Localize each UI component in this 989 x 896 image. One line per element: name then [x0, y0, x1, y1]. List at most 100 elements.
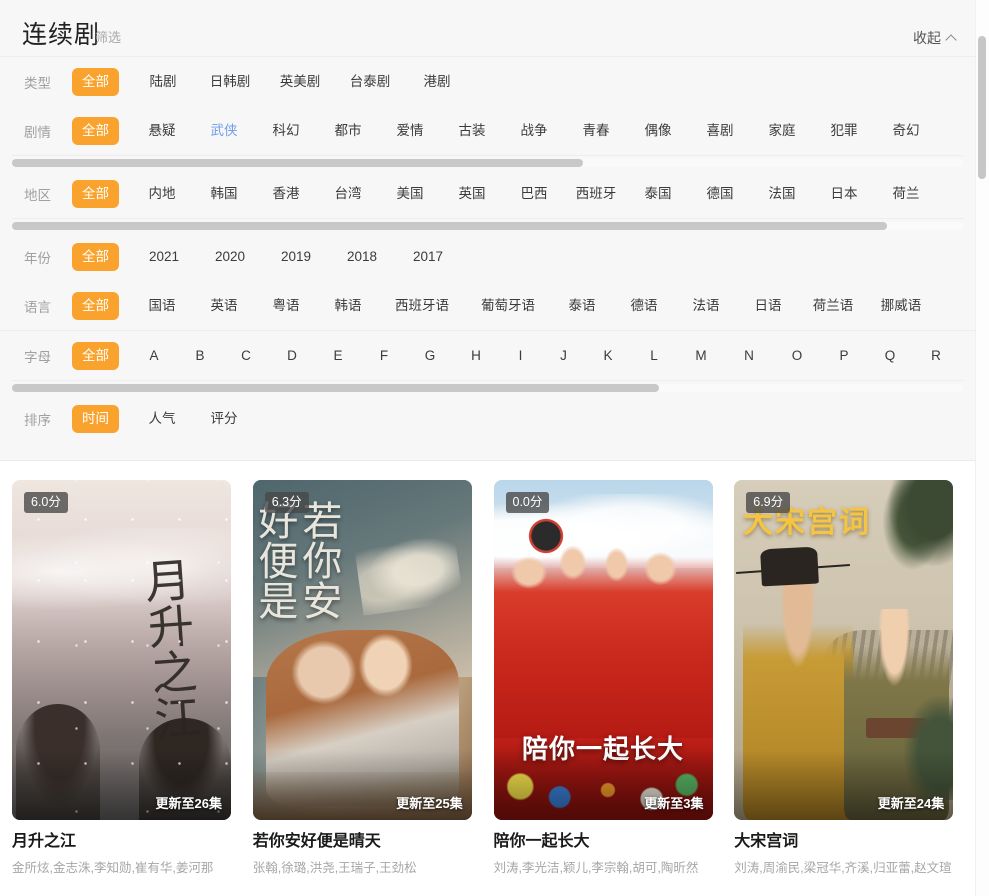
filter-option-letter-7[interactable]: G: [407, 343, 453, 369]
filter-option-letter-4[interactable]: D: [269, 343, 315, 369]
filter-option-language-1[interactable]: 国语: [131, 293, 193, 319]
filter-option-genre-5[interactable]: 爱情: [379, 118, 441, 144]
filter-option-genre-0[interactable]: 全部: [72, 116, 119, 145]
filter-option-letter-15[interactable]: O: [773, 343, 821, 369]
filter-option-genre-11[interactable]: 家庭: [751, 118, 813, 144]
filter-option-letter-17[interactable]: Q: [867, 343, 913, 369]
filter-option-language-10[interactable]: 日语: [737, 293, 799, 319]
filter-option-region-12[interactable]: 日本: [813, 181, 875, 207]
filter-option-letter-18[interactable]: R: [913, 343, 959, 369]
filter-option-letter-11[interactable]: K: [585, 343, 631, 369]
filter-option-letter-2[interactable]: B: [177, 343, 223, 369]
filter-option-year-4[interactable]: 2018: [329, 244, 395, 270]
filter-option-year-1[interactable]: 2021: [131, 244, 197, 270]
filter-option-year-3[interactable]: 2019: [263, 244, 329, 270]
filter-option-region-1[interactable]: 内地: [131, 181, 193, 207]
filter-option-region-10[interactable]: 德国: [689, 181, 751, 207]
poster-image[interactable]: 月升之江6.0分更新至26集: [12, 480, 231, 820]
filter-option-language-7[interactable]: 泰语: [551, 293, 613, 319]
poster-image[interactable]: 大宋宫词 6.9分 更新至24集: [734, 480, 954, 820]
filter-option-language-8[interactable]: 德语: [613, 293, 675, 319]
filter-option-letter-8[interactable]: H: [453, 343, 499, 369]
chevron-up-icon: [945, 34, 957, 46]
result-card[interactable]: 陪你一起长大 0.0分 更新至3集 陪你一起长大 刘涛,李光洁,颖儿,李宗翰,胡可,陶昕…: [493, 480, 723, 876]
filter-option-language-9[interactable]: 法语: [675, 293, 737, 319]
filter-option-genre-7[interactable]: 战争: [503, 118, 565, 144]
filter-option-region-8[interactable]: 西班牙: [565, 181, 627, 207]
filter-option-genre-8[interactable]: 青春: [565, 118, 627, 144]
poster-image[interactable]: 陪你一起长大 0.0分 更新至3集: [493, 480, 713, 820]
filter-option-region-11[interactable]: 法国: [751, 181, 813, 207]
filter-option-language-12[interactable]: 挪威语: [867, 293, 935, 319]
filter-option-type-5[interactable]: 港剧: [405, 69, 469, 95]
filter-option-letter-12[interactable]: L: [631, 343, 677, 369]
filter-option-language-6[interactable]: 葡萄牙语: [465, 293, 551, 319]
collapse-button[interactable]: 收起: [913, 28, 957, 48]
filter-option-genre-2[interactable]: 武侠: [193, 118, 255, 144]
page-scrollbar-thumb[interactable]: [978, 35, 986, 180]
filter-option-region-7[interactable]: 巴西: [503, 181, 565, 207]
filter-option-language-4[interactable]: 韩语: [317, 293, 379, 319]
filter-option-region-5[interactable]: 美国: [379, 181, 441, 207]
filter-option-letter-9[interactable]: I: [499, 343, 542, 369]
filter-option-genre-12[interactable]: 犯罪: [813, 118, 875, 144]
filter-option-genre-9[interactable]: 偶像: [627, 118, 689, 144]
filter-option-region-0[interactable]: 全部: [72, 179, 119, 208]
filter-option-genre-10[interactable]: 喜剧: [689, 118, 751, 144]
filter-option-letter-5[interactable]: E: [315, 343, 361, 369]
filter-option-region-13[interactable]: 荷兰: [875, 181, 937, 207]
filter-option-year-0[interactable]: 全部: [72, 242, 119, 271]
filter-option-genre-1[interactable]: 悬疑: [131, 118, 193, 144]
filter-option-letter-14[interactable]: N: [725, 343, 773, 369]
filter-option-letter-0[interactable]: 全部: [72, 341, 119, 370]
filter-option-type-2[interactable]: 日韩剧: [195, 69, 265, 95]
filter-option-year-2[interactable]: 2020: [197, 244, 263, 270]
card-title[interactable]: 若你安好便是晴天: [253, 832, 472, 852]
page-scrollbar-track[interactable]: [975, 0, 989, 896]
filter-option-letter-13[interactable]: M: [677, 343, 725, 369]
filter-option-region-4[interactable]: 台湾: [317, 181, 379, 207]
filter-option-sort-1[interactable]: 人气: [131, 406, 193, 432]
filter-option-sort-0[interactable]: 时间: [72, 404, 119, 433]
result-card[interactable]: 大宋宫词 6.9分 更新至24集 大宋宫词 刘涛,周渝民,梁冠华,齐溪,归亚蕾,赵文瑄: [734, 480, 963, 876]
filter-option-type-4[interactable]: 台泰剧: [335, 69, 405, 95]
filter-option-genre-4[interactable]: 都市: [317, 118, 379, 144]
filter-label-sort: 排序: [24, 412, 51, 428]
filter-option-letter-16[interactable]: P: [821, 343, 867, 369]
filter-option-language-11[interactable]: 荷兰语: [799, 293, 867, 319]
card-actors: 张翰,徐璐,洪尧,王瑞子,王劲松: [252, 861, 417, 875]
filter-option-type-3[interactable]: 英美剧: [265, 69, 335, 95]
filter-option-region-3[interactable]: 香港: [255, 181, 317, 207]
filter-option-region-2[interactable]: 韩国: [193, 181, 255, 207]
filter-option-language-3[interactable]: 粤语: [255, 293, 317, 319]
filter-scrollbar-genre[interactable]: [12, 155, 963, 169]
filter-scrollbar-thumb-letter[interactable]: [12, 384, 659, 392]
filter-scrollbar-thumb-genre[interactable]: [12, 159, 583, 167]
filter-option-letter-1[interactable]: A: [131, 343, 177, 369]
filter-option-region-9[interactable]: 泰国: [627, 181, 689, 207]
filter-option-letter-6[interactable]: F: [361, 343, 407, 369]
filter-option-letter-10[interactable]: J: [542, 343, 585, 369]
score-badge: 6.0分: [24, 492, 68, 513]
filter-option-type-1[interactable]: 陆剧: [131, 69, 195, 95]
filter-option-year-5[interactable]: 2017: [395, 244, 461, 270]
filter-option-region-6[interactable]: 英国: [441, 181, 503, 207]
filter-option-letter-3[interactable]: C: [223, 343, 269, 369]
card-title[interactable]: 大宋宫词: [734, 832, 953, 852]
filter-scrollbar-thumb-region[interactable]: [12, 222, 887, 230]
filter-option-genre-13[interactable]: 奇幻: [875, 118, 937, 144]
filter-scrollbar-letter[interactable]: [12, 380, 963, 394]
filter-option-genre-6[interactable]: 古装: [441, 118, 503, 144]
filter-option-sort-2[interactable]: 评分: [193, 406, 255, 432]
result-card[interactable]: 若你安好便是晴天6.3分更新至25集若你安好便是晴天张翰,徐璐,洪尧,王瑞子,王…: [252, 480, 482, 876]
filter-option-language-0[interactable]: 全部: [72, 291, 119, 320]
filter-option-language-2[interactable]: 英语: [193, 293, 255, 319]
filter-scrollbar-region[interactable]: [12, 218, 963, 232]
poster-image[interactable]: 若你安好便是晴天6.3分更新至25集: [252, 480, 472, 820]
filter-option-type-0[interactable]: 全部: [72, 67, 119, 96]
card-title[interactable]: 月升之江: [12, 832, 231, 852]
result-card[interactable]: 月升之江6.0分更新至26集月升之江金所炫,金志洙,李知勋,崔有华,姜河那: [12, 480, 241, 876]
filter-option-language-5[interactable]: 西班牙语: [379, 293, 465, 319]
filter-option-genre-3[interactable]: 科幻: [255, 118, 317, 144]
card-title[interactable]: 陪你一起长大: [494, 832, 713, 852]
